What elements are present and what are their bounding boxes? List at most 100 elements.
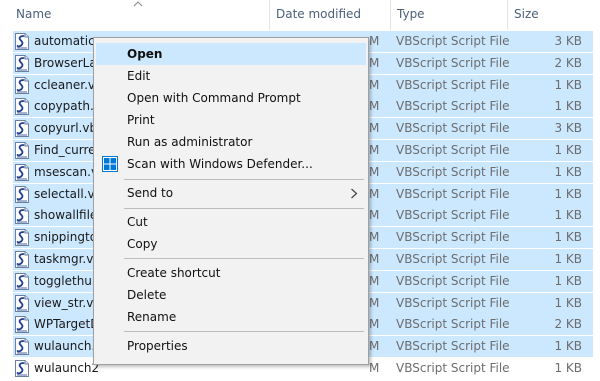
menu-item-create-shortcut[interactable]: Create shortcut — [96, 262, 366, 284]
file-date-fragment: M — [369, 252, 380, 266]
file-type: VBScript Script File — [396, 295, 510, 310]
menu-item-open-label: Open — [127, 47, 163, 61]
menu-item-open[interactable]: Open — [96, 43, 366, 65]
menu-item-cut[interactable]: Cut — [96, 211, 366, 233]
column-header-date-modified[interactable]: Date modified — [270, 0, 391, 30]
file-type: VBScript Script File — [396, 230, 510, 245]
file-size: 1 KB — [554, 273, 582, 288]
file-type: VBScript Script File — [396, 339, 510, 354]
menu-item-cut-label: Cut — [127, 215, 148, 229]
file-size: 1 KB — [554, 295, 582, 310]
file-date-fragment: M — [369, 361, 380, 375]
vbscript-file-icon — [14, 163, 30, 181]
column-header-type[interactable]: Type — [391, 0, 508, 30]
file-size: 1 KB — [554, 252, 582, 266]
file-size: 1 KB — [554, 77, 582, 92]
file-date-fragment: M — [369, 295, 380, 310]
menu-item-send-to-label: Send to — [127, 186, 174, 200]
vbscript-file-icon — [14, 33, 30, 50]
file-date-fragment: M — [369, 230, 380, 245]
menu-item-open-command-prompt[interactable]: Open with Command Prompt — [96, 87, 366, 109]
file-size: 2 KB — [554, 55, 582, 70]
menu-item-create-shortcut-label: Create shortcut — [127, 266, 221, 280]
menu-item-run-as-admin[interactable]: Run as administrator — [96, 131, 366, 153]
menu-item-copy[interactable]: Copy — [96, 233, 366, 255]
vbscript-file-icon — [14, 294, 30, 312]
file-date-fragment: M — [369, 273, 380, 288]
menu-item-properties-label: Properties — [127, 339, 188, 353]
vbscript-file-icon — [14, 120, 30, 138]
file-type: VBScript Script File — [396, 143, 510, 157]
menu-item-send-to[interactable]: Send to — [96, 182, 366, 204]
menu-item-scan-defender[interactable]: Scan with Windows Defender... — [96, 153, 366, 175]
menu-item-properties[interactable]: Properties — [96, 335, 366, 357]
file-type: VBScript Script File — [396, 361, 510, 375]
file-type: VBScript Script File — [396, 99, 510, 114]
file-type: VBScript Script File — [396, 121, 510, 136]
file-size: 1 KB — [554, 143, 582, 157]
menu-item-copy-label: Copy — [127, 237, 158, 251]
column-header-type-label: Type — [397, 7, 425, 21]
file-type: VBScript Script File — [396, 77, 510, 92]
file-type: VBScript Script File — [396, 317, 510, 332]
file-size: 1 KB — [554, 99, 582, 114]
menu-item-run-as-admin-label: Run as administrator — [127, 135, 253, 149]
vbscript-file-icon — [14, 207, 30, 225]
menu-item-scan-defender-label: Scan with Windows Defender... — [127, 157, 313, 171]
column-header-name-label: Name — [16, 7, 52, 21]
menu-item-delete-label: Delete — [127, 288, 167, 302]
menu-item-edit[interactable]: Edit — [96, 65, 366, 87]
file-size: 1 KB — [554, 208, 582, 223]
file-date-fragment: M — [369, 77, 380, 92]
file-date-fragment: M — [369, 99, 380, 114]
vbscript-file-icon — [14, 142, 30, 159]
context-menu: Open Edit Open with Command Prompt Print… — [93, 37, 369, 365]
vbscript-file-icon — [14, 229, 30, 247]
file-type: VBScript Script File — [396, 208, 510, 223]
windows-defender-icon — [102, 156, 118, 172]
menu-item-open-command-prompt-label: Open with Command Prompt — [127, 91, 301, 105]
vbscript-file-icon — [14, 360, 30, 377]
menu-item-rename[interactable]: Rename — [96, 306, 366, 328]
file-type: VBScript Script File — [396, 34, 510, 48]
file-size: 1 KB — [554, 164, 582, 179]
vbscript-file-icon — [14, 185, 30, 203]
vbscript-file-icon — [14, 54, 30, 72]
menu-separator — [124, 331, 364, 332]
file-date-fragment: M — [369, 317, 380, 332]
vbscript-file-icon — [14, 316, 30, 334]
file-type: VBScript Script File — [396, 186, 510, 201]
file-size: 3 KB — [554, 121, 582, 136]
file-size: 1 KB — [554, 186, 582, 201]
file-size: 2 KB — [554, 317, 582, 332]
vbscript-file-icon — [14, 98, 30, 116]
file-type: VBScript Script File — [396, 273, 510, 288]
menu-item-print-label: Print — [127, 113, 155, 127]
menu-item-delete[interactable]: Delete — [96, 284, 366, 306]
vbscript-file-icon — [14, 251, 30, 268]
column-header-date-label: Date modified — [276, 7, 362, 21]
sort-ascending-icon — [133, 1, 143, 7]
file-size: 1 KB — [554, 361, 582, 375]
column-header-bar: Name Date modified Type Size — [0, 0, 600, 30]
menu-item-print[interactable]: Print — [96, 109, 366, 131]
file-size: 3 KB — [554, 34, 582, 48]
menu-item-edit-label: Edit — [127, 69, 151, 83]
file-date-fragment: M — [369, 339, 380, 354]
chevron-right-icon — [351, 188, 358, 199]
file-date-fragment: M — [369, 55, 380, 70]
file-size: 1 KB — [554, 339, 582, 354]
menu-separator — [124, 208, 364, 209]
menu-separator — [124, 258, 364, 259]
vbscript-file-icon — [14, 76, 30, 94]
column-header-size-label: Size — [514, 7, 539, 21]
file-type: VBScript Script File — [396, 55, 510, 70]
menu-separator — [124, 179, 364, 180]
file-date-fragment: M — [369, 186, 380, 201]
file-type: VBScript Script File — [396, 164, 510, 179]
file-size: 1 KB — [554, 230, 582, 245]
menu-item-rename-label: Rename — [127, 310, 177, 324]
file-date-fragment: M — [369, 143, 380, 157]
column-header-size[interactable]: Size — [508, 0, 600, 30]
file-date-fragment: M — [369, 164, 380, 179]
